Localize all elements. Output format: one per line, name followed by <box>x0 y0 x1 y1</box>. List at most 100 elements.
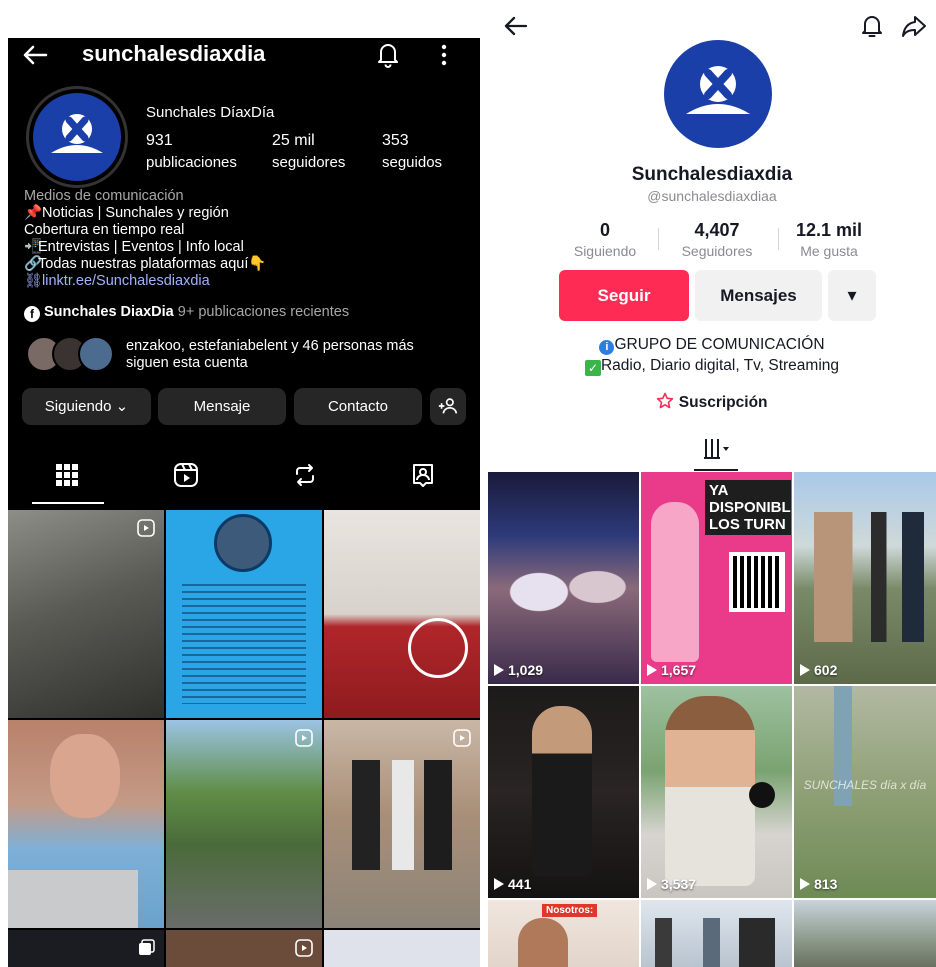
view-count: 813 <box>800 876 837 892</box>
tt-bio-line: ✓ Radio, Diario digital, Tv, Streaming <box>488 355 936 376</box>
ig-post[interactable] <box>166 510 322 718</box>
share-icon[interactable] <box>900 12 928 40</box>
play-icon <box>494 664 504 676</box>
logo-x-icon <box>33 93 121 181</box>
tt-video[interactable] <box>641 900 792 967</box>
tt-video[interactable]: Nosotros: <box>488 900 639 967</box>
videos-tab-icon[interactable] <box>694 436 738 462</box>
photo-circle <box>214 514 272 572</box>
ig-bio-line: Cobertura en tiempo real <box>24 222 185 238</box>
instagram-profile-panel: sunchalesdiaxdia Sunchales DíaxDía 931 p… <box>8 38 480 967</box>
tt-stat-likes[interactable]: 12.1 mil Me gusta <box>786 220 872 259</box>
info-icon: i <box>599 340 615 355</box>
star-ribbon-icon <box>657 392 674 409</box>
woman-figure <box>518 918 568 967</box>
more-vertical-icon[interactable] <box>438 41 450 69</box>
tiktok-profile-panel: Sunchalesdiaxdia @sunchalesdiaxdiaa 0 Si… <box>488 0 936 967</box>
tt-bio: i GRUPO DE COMUNICACIÓN ✓ Radio, Diario di… <box>488 334 936 376</box>
more-options-button[interactable]: ▾ <box>828 270 876 321</box>
view-count: 441 <box>494 876 531 892</box>
reel-badge-icon <box>453 729 471 747</box>
link-icon: 🔗 <box>24 256 43 272</box>
woman-figure <box>532 706 592 876</box>
tt-video[interactable]: 602 <box>794 472 936 684</box>
tt-video-grid: 1,029 YA DISPONIBL LOS TURN 1,657 602 44… <box>488 472 936 967</box>
logo-x-icon <box>686 66 750 114</box>
ig-post[interactable] <box>166 720 322 928</box>
tt-video[interactable]: 1,029 <box>488 472 639 684</box>
ig-facebook-link[interactable]: f Sunchales DiaxDia 9+ publicaciones reci… <box>24 304 349 322</box>
iuf-logo <box>408 618 468 678</box>
bell-icon[interactable] <box>374 40 402 68</box>
microphone <box>749 782 775 808</box>
ig-stat-following[interactable]: 353 seguidos <box>382 132 442 171</box>
back-arrow-icon[interactable] <box>502 12 530 40</box>
repost-icon[interactable] <box>292 462 318 488</box>
play-icon <box>647 878 657 890</box>
poster-text: YA DISPONIBL LOS TURN <box>705 480 791 535</box>
back-arrow-icon[interactable] <box>20 40 50 70</box>
ig-bio-category: Medios de comunicación <box>24 188 184 204</box>
ig-stat-posts[interactable]: 931 publicaciones <box>146 132 237 171</box>
play-icon <box>800 664 810 676</box>
tt-video[interactable]: 3,537 <box>641 686 792 898</box>
reels-icon[interactable] <box>173 462 199 488</box>
tt-avatar[interactable] <box>664 40 772 148</box>
ig-top-bar: sunchalesdiaxdia <box>8 38 480 74</box>
tt-video[interactable]: SUNCHALES día x día 813 <box>794 686 936 898</box>
ig-post[interactable] <box>8 720 164 928</box>
phone-icon: 📲 <box>24 239 43 255</box>
ig-stat-followers[interactable]: 25 mil seguidores <box>272 132 345 171</box>
reel-badge-icon <box>295 939 313 957</box>
panther-figure <box>651 502 699 662</box>
ig-post[interactable] <box>324 510 480 718</box>
bell-icon[interactable] <box>858 12 886 40</box>
tt-stat-following[interactable]: 0 Siguiendo <box>566 220 644 259</box>
view-count: 602 <box>800 662 837 678</box>
watermark: SUNCHALES día x día <box>803 778 927 792</box>
tt-bio-line: i GRUPO DE COMUNICACIÓN <box>488 334 936 355</box>
ig-display-name: Sunchales DíaxDía <box>146 104 275 121</box>
ig-post-grid <box>8 510 480 967</box>
stat-divider <box>658 228 659 250</box>
suggest-people-button[interactable] <box>430 388 466 425</box>
ig-bio-line: 🔗Todas nuestras plataformas aquí👇 <box>24 256 267 272</box>
ig-post[interactable] <box>8 930 164 967</box>
ig-bio-link[interactable]: ⛓ linktr.ee/Sunchalesdiaxdia <box>24 273 474 290</box>
text-lines <box>182 584 306 704</box>
stat-divider <box>778 228 779 250</box>
tt-video[interactable]: YA DISPONIBL LOS TURN 1,657 <box>641 472 792 684</box>
people <box>814 512 924 642</box>
following-button[interactable]: Siguiendo ⌄ <box>22 388 151 425</box>
tt-video[interactable]: 441 <box>488 686 639 898</box>
grid-icon[interactable] <box>54 462 80 488</box>
woman-figure <box>665 696 755 886</box>
tt-display-name: Sunchalesdiaxdia <box>631 164 793 185</box>
follow-button[interactable]: Seguir <box>559 270 689 321</box>
subscription-link[interactable]: Suscripción <box>488 392 936 412</box>
view-count: 3,537 <box>647 876 696 892</box>
ig-content-tabs <box>8 452 480 508</box>
laptop <box>8 870 138 928</box>
tt-handle: @sunchalesdiaxdiaa <box>647 188 777 204</box>
contact-button[interactable]: Contacto <box>294 388 422 425</box>
play-icon <box>800 878 810 890</box>
ig-post[interactable] <box>324 930 480 967</box>
ig-post[interactable] <box>8 510 164 718</box>
nosotros-label: Nosotros: <box>542 904 598 917</box>
tt-stat-followers[interactable]: 4,407 Seguidores <box>670 220 764 259</box>
ig-followed-by[interactable]: enzakoo, estefaniabelent y 46 personas m… <box>126 338 414 372</box>
message-button[interactable]: Mensaje <box>158 388 286 425</box>
dancers <box>500 532 630 632</box>
tagged-icon[interactable] <box>410 462 436 488</box>
ig-post[interactable] <box>166 930 322 967</box>
ig-post[interactable] <box>324 720 480 928</box>
reel-badge-icon <box>295 729 313 747</box>
ig-mutual-avatars[interactable] <box>26 336 122 372</box>
tt-video[interactable] <box>794 900 936 967</box>
pointing-hand-icon: 👇 <box>248 256 267 272</box>
view-count: 1,029 <box>494 662 543 678</box>
ig-avatar[interactable] <box>26 86 128 188</box>
messages-button[interactable]: Mensajes <box>695 270 822 321</box>
play-icon <box>494 878 504 890</box>
